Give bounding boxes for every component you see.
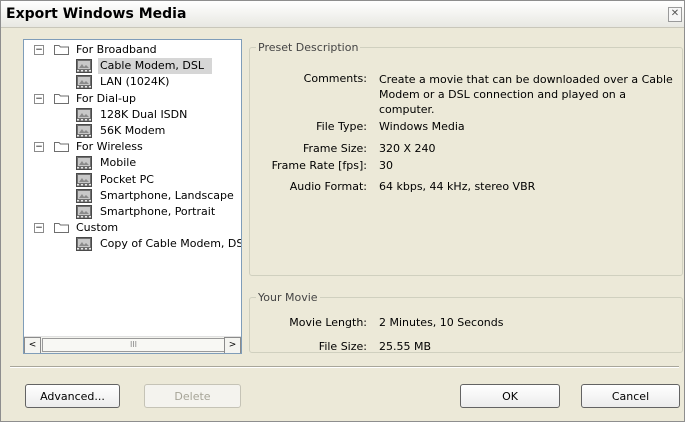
tree-item-label: 128K Dual ISDN (100, 107, 188, 121)
movie-length-label: Movie Length: (289, 316, 367, 329)
comments-value: Create a movie that can be downloaded ov… (379, 73, 673, 116)
tree-item-label: LAN (1024K) (100, 75, 170, 89)
title-bar: Export Windows Media ✕ (1, 1, 684, 28)
audio-format-value: 64 kbps, 44 kHz, stereo VBR (379, 180, 536, 193)
collapse-icon[interactable]: − (34, 93, 44, 104)
tree-item-label: 56K Modem (100, 124, 166, 137)
movie-preset-icon (76, 172, 92, 187)
file-size-label: File Size: (318, 340, 367, 353)
movie-preset-icon (76, 237, 92, 252)
tree-item-label: Smartphone, Portrait (100, 205, 216, 218)
frame-rate-value: 30 (379, 159, 393, 172)
tree-item-label: Mobile (100, 156, 137, 170)
preset-description-legend: Preset Description (258, 41, 359, 54)
tree-item-label: Custom (76, 221, 119, 235)
movie-preset-icon (76, 75, 92, 90)
folder-icon (54, 222, 69, 234)
preset-tree[interactable]: − For Broadband Cable Modem, DSL LAN (1024K… (23, 39, 242, 354)
tree-item-label: For Dial-up (76, 91, 136, 105)
scroll-thumb[interactable]: III (42, 338, 225, 352)
your-movie-group: Your Movie Movie Length: 2 Minutes, 10 S… (249, 291, 683, 353)
comments-label: Comments: (303, 72, 367, 85)
tree-item-label: Smartphone, Landscape (100, 188, 234, 202)
folder-icon (54, 141, 69, 153)
frame-rate-label: Frame Rate [fps]: (271, 159, 367, 172)
tree-item-label: Copy of Cable Modem, DS (100, 237, 242, 251)
movie-length-value: 2 Minutes, 10 Seconds (379, 316, 504, 329)
folder-icon (54, 93, 69, 104)
file-type-value: Windows Media (379, 120, 465, 133)
file-size-value: 25.55 MB (379, 340, 432, 353)
collapse-icon[interactable]: − (34, 45, 44, 55)
tree-item-label: Cable Modem, DSL (98, 58, 212, 75)
movie-preset-icon (76, 59, 92, 74)
collapse-icon[interactable]: − (34, 223, 44, 234)
preset-description-group: Preset Description Comments: Create a mo… (249, 41, 683, 276)
your-movie-legend: Your Movie (258, 291, 318, 304)
advanced-button[interactable]: Advanced... (25, 384, 120, 408)
horizontal-scrollbar[interactable]: < III > (24, 336, 241, 353)
collapse-icon[interactable]: − (34, 142, 44, 153)
audio-format-label: Audio Format: (289, 180, 367, 193)
folder-icon (54, 44, 69, 55)
ok-button[interactable]: OK (460, 384, 560, 408)
tree-item-label: For Broadband (76, 43, 157, 56)
close-icon[interactable]: ✕ (668, 7, 682, 22)
file-type-label: File Type: (316, 120, 367, 133)
tree-item-label: Pocket PC (100, 172, 154, 186)
frame-size-value: 320 X 240 (379, 142, 436, 155)
movie-preset-icon (76, 107, 92, 122)
export-dialog: Export Windows Media ✕ − For Broadband Cab… (0, 0, 685, 422)
movie-preset-icon (76, 156, 92, 171)
frame-size-label: Frame Size: (302, 142, 367, 155)
movie-preset-icon (76, 124, 92, 138)
movie-preset-icon (76, 188, 92, 203)
scroll-left-button[interactable]: < (24, 337, 41, 353)
tree-item-label: For Wireless (76, 140, 143, 154)
button-separator (10, 366, 679, 368)
dialog-title: Export Windows Media (6, 6, 187, 22)
cancel-button[interactable]: Cancel (581, 384, 680, 408)
movie-preset-icon (76, 205, 92, 219)
delete-button[interactable]: Delete (144, 384, 241, 408)
